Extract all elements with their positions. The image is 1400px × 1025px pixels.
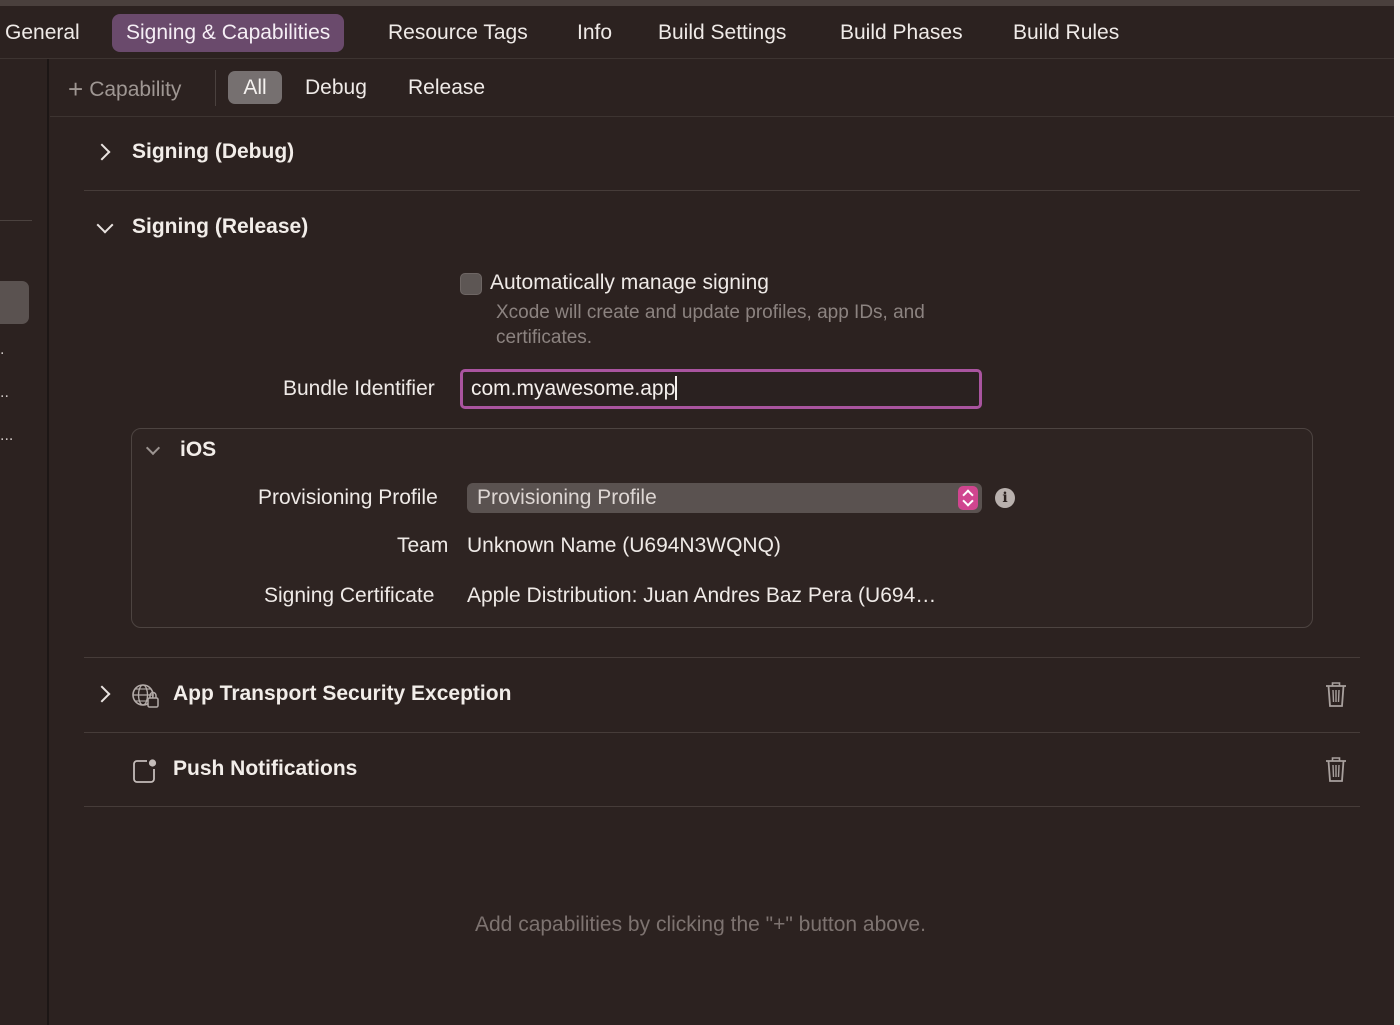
filter-all[interactable]: All (228, 71, 282, 104)
section-title-signing-release[interactable]: Signing (Release) (132, 215, 308, 239)
empty-capabilities-hint: Add capabilities by clicking the "+" but… (475, 913, 926, 936)
auto-manage-signing-description: Xcode will create and update profiles, a… (496, 302, 925, 348)
sidebar-divider (0, 220, 32, 221)
tab-build-rules[interactable]: Build Rules (1013, 14, 1119, 52)
provisioning-profile-label: Provisioning Profile (258, 486, 438, 509)
section-title-app-transport-security[interactable]: App Transport Security Exception (173, 682, 511, 706)
info-icon[interactable]: i (995, 488, 1015, 508)
trash-icon[interactable] (1325, 681, 1347, 708)
platform-title-ios[interactable]: iOS (180, 438, 216, 462)
chevron-down-icon[interactable] (96, 216, 114, 234)
auto-manage-signing-label[interactable]: Automatically manage signing (490, 271, 769, 295)
scope-divider (215, 70, 216, 106)
filter-debug[interactable]: Debug (305, 71, 367, 104)
section-divider (84, 732, 1360, 733)
tab-signing-capabilities[interactable]: Signing & Capabilities (112, 14, 345, 52)
sidebar-truncated-item[interactable]: . (0, 341, 4, 359)
globe-lock-icon (132, 684, 159, 708)
add-capability-label: Capability (89, 78, 182, 101)
targets-sidebar: . .. ... (0, 59, 49, 1025)
team-value: Unknown Name (U694N3WQNQ) (467, 534, 781, 557)
section-title-signing-debug[interactable]: Signing (Debug) (132, 140, 294, 164)
team-label: Team (397, 534, 449, 557)
tab-build-phases[interactable]: Build Phases (840, 14, 963, 52)
section-divider (84, 190, 1360, 191)
chevron-right-icon[interactable] (93, 143, 111, 161)
signing-certificate-value: Apple Distribution: Juan Andres Baz Pera… (467, 584, 937, 607)
tab-build-settings[interactable]: Build Settings (658, 14, 786, 52)
bundle-identifier-value: com.myawesome.app (471, 377, 676, 400)
capability-scope-bar: + Capability All Debug Release (50, 60, 1394, 117)
bundle-identifier-field[interactable]: com.myawesome.app (460, 369, 982, 409)
xcode-signing-capabilities-view: General Signing & Capabilities Resource … (0, 0, 1400, 1025)
chevron-right-icon[interactable] (93, 685, 111, 703)
tab-resource-tags[interactable]: Resource Tags (388, 14, 528, 52)
tab-general[interactable]: General (5, 14, 80, 52)
filter-release[interactable]: Release (408, 71, 485, 104)
sidebar-truncated-item[interactable]: .. (0, 384, 9, 402)
trash-icon[interactable] (1325, 756, 1347, 783)
tab-info[interactable]: Info (577, 14, 612, 52)
window-right-edge (1394, 0, 1400, 1025)
section-title-push-notifications[interactable]: Push Notifications (173, 757, 357, 781)
bundle-identifier-label: Bundle Identifier (283, 377, 435, 400)
plus-icon: + (68, 74, 84, 104)
provisioning-profile-value: Provisioning Profile (477, 486, 657, 509)
popup-arrows-icon (958, 486, 978, 510)
section-divider (84, 806, 1360, 807)
provisioning-profile-popup[interactable]: Provisioning Profile (467, 483, 982, 513)
notification-badge-icon (133, 759, 157, 783)
section-divider (84, 657, 1360, 658)
auto-manage-signing-checkbox[interactable] (460, 273, 482, 295)
sidebar-selected-target[interactable] (0, 281, 29, 324)
editor-tab-bar: General Signing & Capabilities Resource … (0, 6, 1394, 59)
add-capability-button[interactable]: + Capability (68, 74, 181, 104)
signing-certificate-label: Signing Certificate (264, 584, 435, 607)
text-caret (675, 376, 678, 400)
sidebar-truncated-item[interactable]: ... (0, 427, 13, 445)
